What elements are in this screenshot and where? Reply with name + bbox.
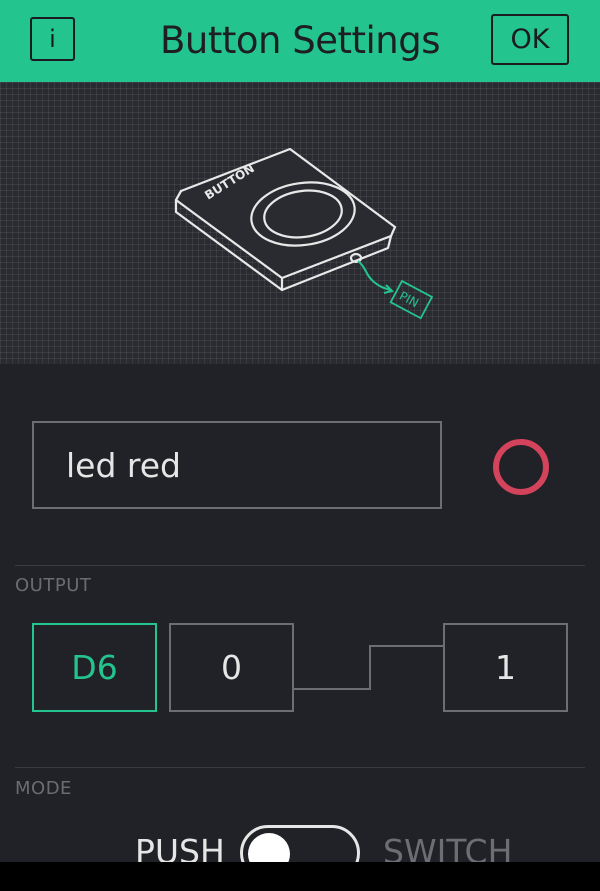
toggle-knob xyxy=(248,833,290,862)
push-mode-label[interactable]: PUSH xyxy=(135,832,225,862)
mode-section-label: MODE xyxy=(15,778,72,799)
value-range-connector xyxy=(294,645,443,690)
mode-toggle[interactable] xyxy=(240,825,360,862)
divider xyxy=(15,767,585,768)
high-value-input[interactable]: 1 xyxy=(443,623,568,712)
mode-row: PUSH SWITCH xyxy=(0,820,600,862)
switch-mode-label[interactable]: SWITCH xyxy=(383,832,512,862)
app-screen: i Button Settings OK BUTTON PIN led red … xyxy=(0,0,600,862)
